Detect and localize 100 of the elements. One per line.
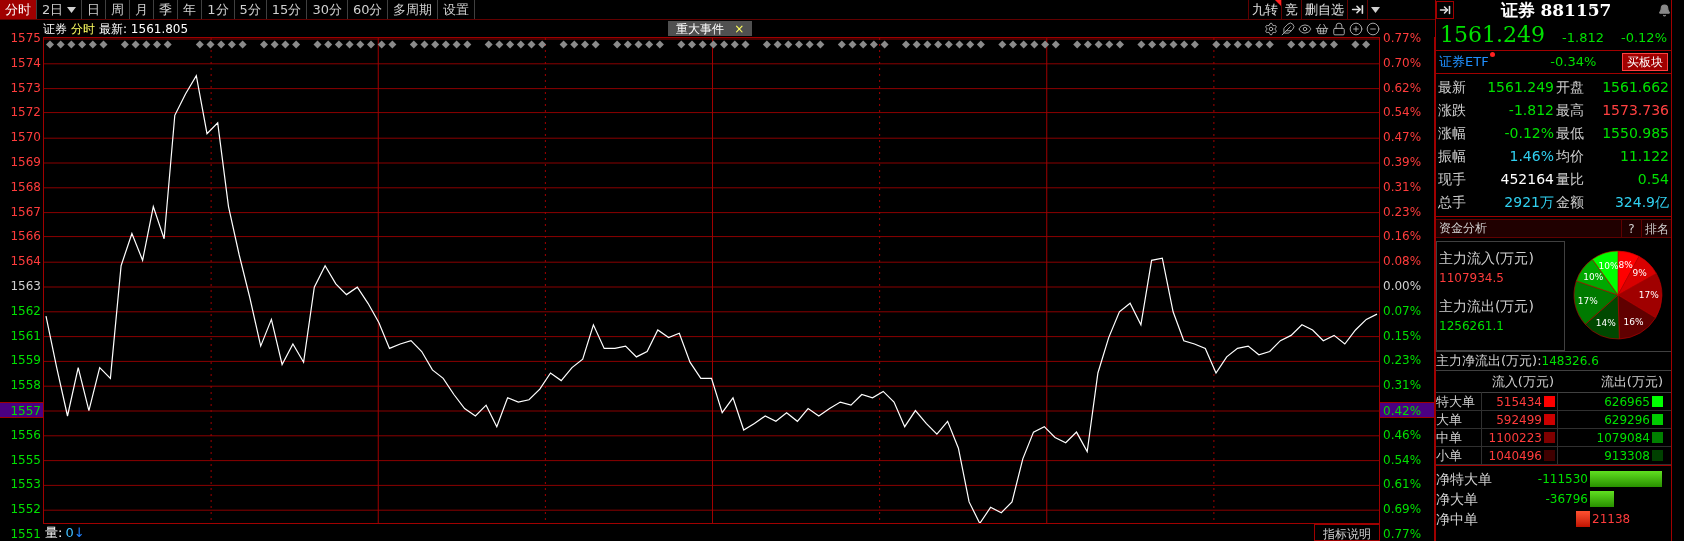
settings-icon[interactable] xyxy=(1264,21,1278,36)
volume-value: 0 xyxy=(65,523,74,541)
period-tab[interactable]: 季 xyxy=(154,0,179,19)
period-tab[interactable]: 30分 xyxy=(307,0,348,19)
percent-tick: 0.47% xyxy=(1383,130,1422,145)
net-order-type: 净特大单 xyxy=(1436,469,1493,489)
price-tick: 1572 xyxy=(10,104,41,119)
period-tab[interactable]: 2日 xyxy=(37,0,83,19)
percent-tick: 0.16% xyxy=(1383,228,1422,243)
help-button[interactable]: ? xyxy=(1621,220,1641,237)
period-tab[interactable]: 月 xyxy=(130,0,155,19)
price-tick: 1575 xyxy=(10,31,41,45)
price-change: -1.812 xyxy=(1562,28,1604,47)
inflow-value: 1107934.5 xyxy=(1439,270,1505,287)
etf-link[interactable]: 证券ETF xyxy=(1439,52,1489,72)
tool-button[interactable]: 竞 xyxy=(1281,0,1301,19)
price-tick: 1567 xyxy=(10,204,41,219)
volume-label: 量: xyxy=(45,523,63,541)
percent-tick: 0.54% xyxy=(1383,104,1422,119)
inflow-value: 1100223 xyxy=(1487,429,1542,447)
zoom-out-icon[interactable] xyxy=(1366,21,1380,36)
price-tick: 1555 xyxy=(10,452,41,467)
inflow-value: 515434 xyxy=(1495,393,1542,411)
stat-value: 1561.249 xyxy=(1486,78,1554,97)
period-tab[interactable]: 15分 xyxy=(266,0,308,19)
outflow-bar xyxy=(1590,491,1614,507)
stat-value: 2921万 xyxy=(1503,193,1554,212)
tool-button[interactable]: 九转 xyxy=(1248,0,1281,19)
order-type: 特大单 xyxy=(1436,391,1482,412)
percent-tick: 0.46% xyxy=(1383,427,1422,442)
percent-tick: 0.39% xyxy=(1383,155,1422,169)
column-header: 流入(万元) xyxy=(1490,372,1555,391)
stat-value: 1573.736 xyxy=(1601,101,1669,120)
price-tick: 1570 xyxy=(10,130,41,145)
percent-tick: 0.07% xyxy=(1383,303,1422,318)
volume-arrow: ↓ xyxy=(73,523,85,541)
period-tab[interactable]: 分时 xyxy=(0,0,37,19)
stat-label: 现手 xyxy=(1438,170,1467,189)
percent-tick: 0.23% xyxy=(1383,204,1422,219)
net-value: -36796 xyxy=(1545,491,1589,508)
stat-label: 涨跌 xyxy=(1438,101,1467,120)
period-tab[interactable]: 多周期 xyxy=(388,0,439,19)
data-label: 17% xyxy=(1638,289,1660,300)
data-label: 14% xyxy=(1595,317,1617,328)
outflow-bar xyxy=(1590,471,1662,487)
lock-icon[interactable] xyxy=(1332,21,1346,36)
period-label: 分时 xyxy=(71,20,95,38)
stat-label: 最高 xyxy=(1556,101,1585,120)
price-tick: 1574 xyxy=(10,55,41,70)
pin-icon[interactable] xyxy=(1436,1,1454,19)
period-tab[interactable]: 年 xyxy=(178,0,203,19)
etf-change: -0.34% xyxy=(1550,53,1597,72)
period-tab[interactable]: 日 xyxy=(82,0,107,19)
percent-tick: 0.70% xyxy=(1383,55,1422,70)
price-tick: 1569 xyxy=(10,155,41,169)
basket-icon[interactable] xyxy=(1315,21,1329,36)
caret-icon xyxy=(67,6,77,13)
period-tab[interactable]: 设置 xyxy=(438,0,476,19)
tool-button[interactable]: 删自选 xyxy=(1301,0,1347,19)
stat-label: 振幅 xyxy=(1438,147,1467,166)
percent-tick: 0.31% xyxy=(1383,179,1422,194)
rank-button[interactable]: 排名 xyxy=(1641,220,1671,237)
price-tick: 1551 xyxy=(10,527,41,541)
net-outflow-label: 主力净流出(万元): xyxy=(1436,352,1542,371)
net-value: 21138 xyxy=(1591,511,1631,528)
price-tick: 1561 xyxy=(10,328,41,343)
price-tick: 1553 xyxy=(10,477,41,492)
period-tab[interactable]: 5分 xyxy=(234,0,267,19)
price-tick: 1564 xyxy=(10,254,41,269)
stat-value: 0.54 xyxy=(1636,170,1669,189)
caret-icon[interactable] xyxy=(1367,0,1383,19)
inflow-value: 1040496 xyxy=(1487,447,1542,465)
period-tab[interactable]: 周 xyxy=(106,0,131,19)
cursor-price-label: 1557 xyxy=(0,402,43,418)
percent-tick: 0.00% xyxy=(1383,279,1422,293)
period-tab[interactable]: 1分 xyxy=(202,0,235,19)
inflow-label: 主力流入(万元) xyxy=(1439,249,1535,268)
eye-icon[interactable] xyxy=(1298,21,1312,36)
outflow-value: 626965 xyxy=(1557,392,1650,411)
percent-tick: 0.08% xyxy=(1383,254,1422,269)
bell-icon[interactable] xyxy=(1658,3,1671,17)
change-percent: -0.12% xyxy=(1621,28,1667,47)
percent-tick: 0.54% xyxy=(1383,452,1422,467)
stat-value: -0.12% xyxy=(1503,124,1554,143)
buy-sector-button[interactable]: 买板块 xyxy=(1622,53,1668,71)
price-tick: 1556 xyxy=(10,427,41,442)
feather-icon[interactable] xyxy=(1281,21,1295,36)
stat-label: 开盘 xyxy=(1556,78,1585,97)
period-tab[interactable]: 60分 xyxy=(347,0,389,19)
inflow-bar xyxy=(1576,511,1590,527)
stat-label: 均价 xyxy=(1556,147,1585,166)
indicator-button[interactable]: 指标说明 xyxy=(1314,524,1380,541)
cursor-percent-label: 0.42% xyxy=(1380,402,1434,418)
stat-label: 量比 xyxy=(1556,170,1585,189)
latest-price: 最新: 1561.805 xyxy=(99,20,189,38)
event-tag[interactable]: 重大事件 × xyxy=(668,21,753,36)
section-title: 资金分析 xyxy=(1438,220,1488,237)
order-type: 大单 xyxy=(1436,409,1482,430)
data-label: 17% xyxy=(1577,295,1599,306)
zoom-in-icon[interactable] xyxy=(1349,21,1363,36)
